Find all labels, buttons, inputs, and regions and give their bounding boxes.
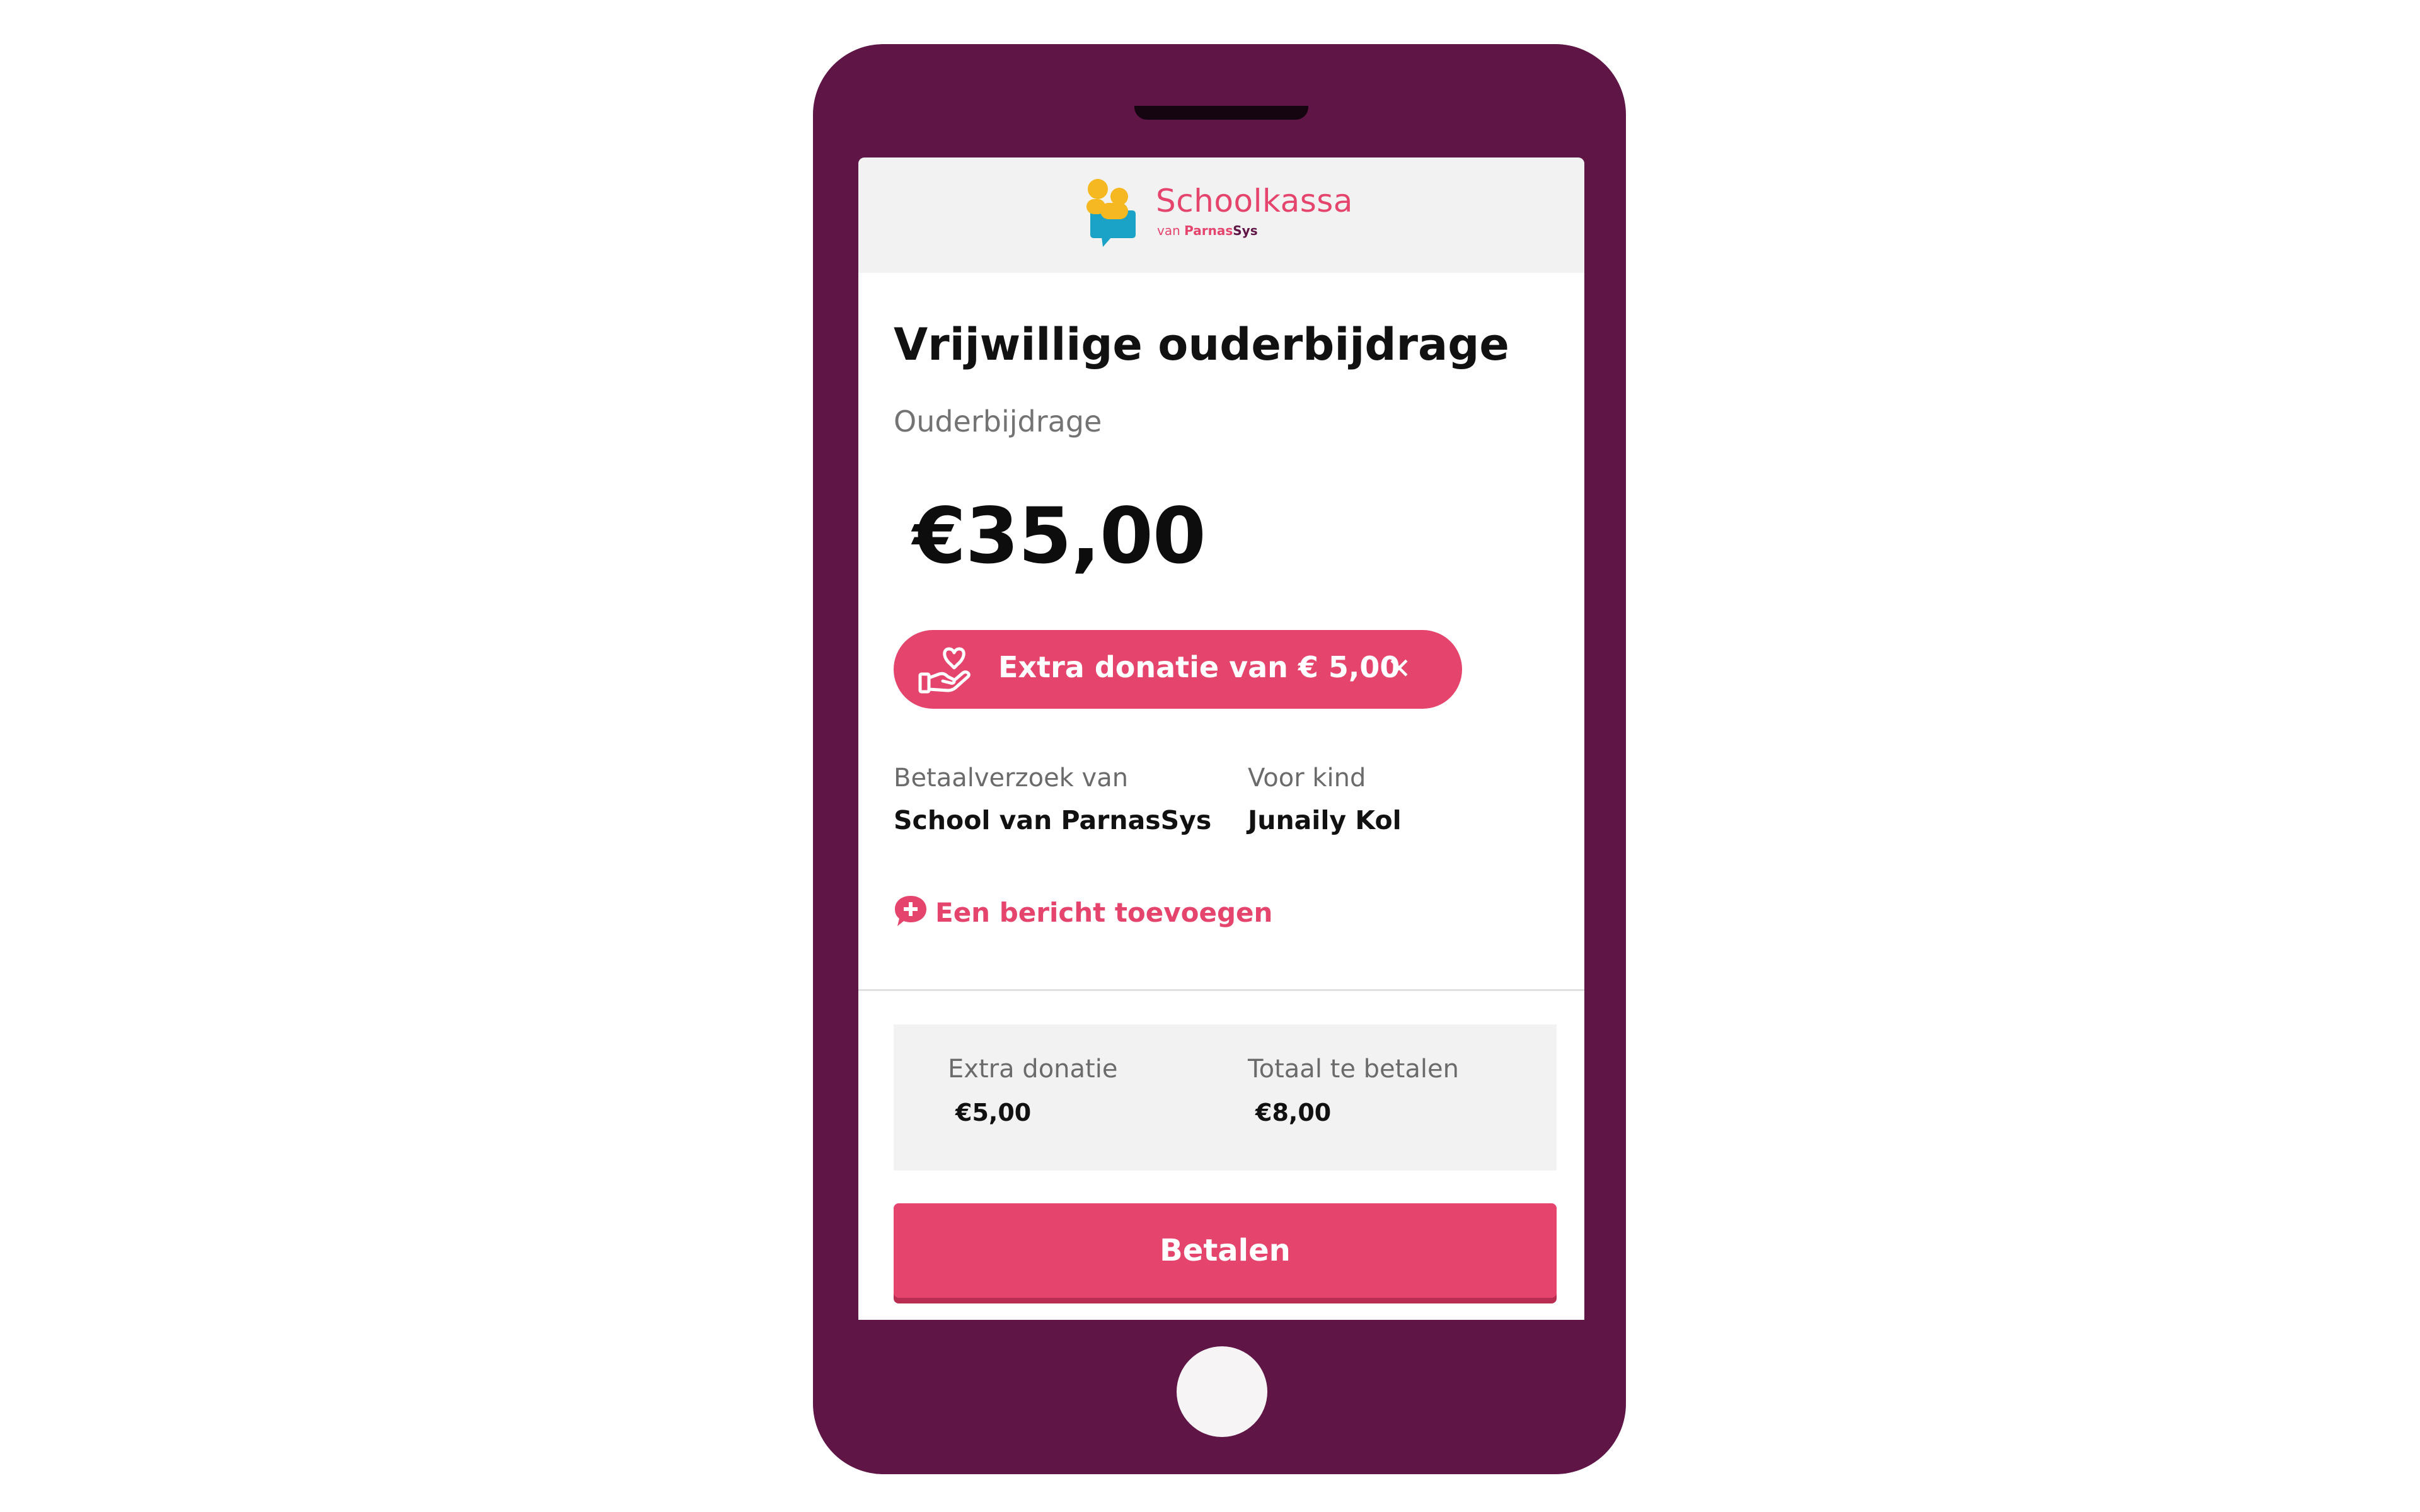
summary-total-label: Totaal te betalen bbox=[1248, 1055, 1459, 1084]
heart-hand-icon bbox=[918, 647, 971, 694]
child-value: Junaily Kol bbox=[1248, 805, 1402, 835]
add-message-label: Een bericht toevoegen bbox=[935, 897, 1273, 928]
pay-button[interactable]: Betalen bbox=[894, 1203, 1557, 1298]
requester-label: Betaalverzoek van bbox=[894, 764, 1129, 793]
app-screen: Schoolkassa van ParnasSys Vrijwillige ou… bbox=[858, 158, 1584, 1320]
child-label: Voor kind bbox=[1248, 764, 1366, 793]
home-button[interactable] bbox=[1177, 1346, 1267, 1437]
app-header: Schoolkassa van ParnasSys bbox=[858, 158, 1584, 273]
payment-amount: €35,00 bbox=[913, 491, 1206, 581]
section-divider bbox=[858, 989, 1584, 991]
brand-sub-company-a: Parnas bbox=[1184, 223, 1233, 238]
extra-donation-label: Extra donatie van € 5,00 bbox=[998, 650, 1400, 684]
pay-button-label: Betalen bbox=[1160, 1233, 1291, 1268]
summary-total-value: €8,00 bbox=[1255, 1099, 1332, 1126]
payment-summary: Extra donatie €5,00 Totaal te betalen €8… bbox=[894, 1024, 1557, 1171]
summary-donation-label: Extra donatie bbox=[948, 1055, 1118, 1084]
brand-sub-company-b: Sys bbox=[1233, 223, 1258, 238]
phone-speaker bbox=[1134, 106, 1308, 120]
page-title: Vrijwillige ouderbijdrage bbox=[894, 319, 1509, 370]
schoolkassa-logo: Schoolkassa van ParnasSys bbox=[1084, 178, 1380, 247]
chat-plus-icon bbox=[895, 896, 926, 926]
summary-donation-value: €5,00 bbox=[955, 1099, 1032, 1126]
logo-people-icon bbox=[1086, 179, 1136, 247]
brand-sub-prefix: van bbox=[1157, 223, 1180, 238]
brand-name: Schoolkassa bbox=[1156, 183, 1353, 219]
requester-value: School van ParnasSys bbox=[894, 805, 1212, 835]
extra-donation-chip[interactable]: Extra donatie van € 5,00 ✕ bbox=[894, 630, 1462, 709]
page-subtitle: Ouderbijdrage bbox=[894, 404, 1102, 438]
brand-subtitle: van ParnasSys bbox=[1157, 223, 1258, 238]
close-icon[interactable]: ✕ bbox=[1380, 646, 1418, 690]
